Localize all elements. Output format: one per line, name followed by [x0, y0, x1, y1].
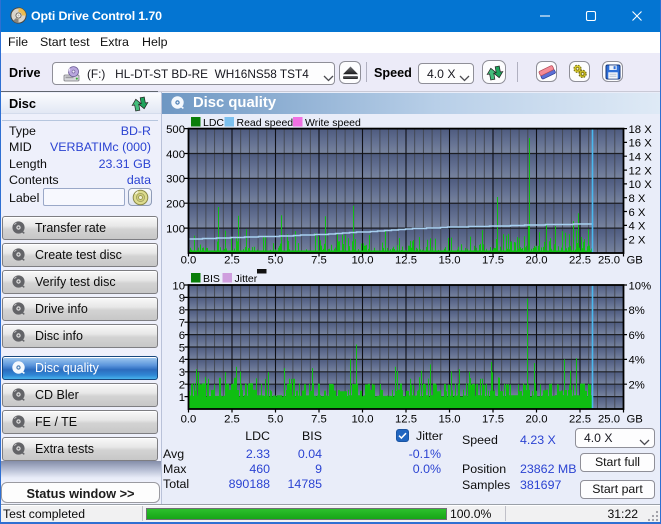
- svg-text:15.0: 15.0: [439, 414, 461, 426]
- svg-text:300: 300: [166, 174, 185, 186]
- svg-text:400: 400: [166, 149, 185, 161]
- svg-text:Read speed: Read speed: [237, 117, 294, 129]
- svg-text:2.5: 2.5: [224, 414, 240, 426]
- svg-text:12.5: 12.5: [395, 414, 417, 426]
- svg-text:0.0: 0.0: [181, 414, 197, 426]
- svg-text:20.0: 20.0: [526, 255, 548, 267]
- svg-text:10.0: 10.0: [352, 255, 374, 267]
- svg-text:3: 3: [179, 367, 185, 379]
- svg-text:7.5: 7.5: [311, 255, 327, 267]
- svg-text:7: 7: [179, 318, 185, 330]
- svg-text:4%: 4%: [629, 355, 645, 367]
- svg-text:4: 4: [179, 355, 185, 367]
- svg-text:14 X: 14 X: [629, 152, 653, 164]
- svg-text:10.0: 10.0: [352, 414, 374, 426]
- svg-text:Write speed: Write speed: [305, 117, 361, 129]
- svg-text:25.0: 25.0: [598, 255, 620, 267]
- svg-text:10 X: 10 X: [629, 179, 653, 191]
- svg-text:17.5: 17.5: [482, 255, 504, 267]
- svg-text:2%: 2%: [629, 380, 645, 392]
- svg-text:25.0: 25.0: [598, 414, 620, 426]
- svg-text:Jitter: Jitter: [235, 273, 258, 285]
- svg-text:20.0: 20.0: [526, 414, 548, 426]
- svg-text:BIS: BIS: [203, 273, 220, 285]
- svg-text:9: 9: [179, 293, 185, 305]
- svg-text:1: 1: [179, 392, 185, 404]
- svg-text:2.5: 2.5: [224, 255, 240, 267]
- svg-text:5.0: 5.0: [268, 414, 284, 426]
- svg-text:6 X: 6 X: [629, 207, 646, 219]
- svg-text:8 X: 8 X: [629, 193, 646, 205]
- svg-text:4 X: 4 X: [629, 221, 646, 233]
- svg-text:500: 500: [166, 124, 185, 136]
- svg-text:200: 200: [166, 199, 185, 211]
- svg-text:8: 8: [179, 305, 185, 317]
- svg-text:7.5: 7.5: [311, 414, 327, 426]
- svg-text:GB: GB: [627, 414, 643, 426]
- svg-text:6%: 6%: [629, 330, 645, 342]
- svg-text:16 X: 16 X: [629, 138, 653, 150]
- svg-text:2: 2: [179, 380, 185, 392]
- svg-text:GB: GB: [627, 255, 643, 267]
- svg-text:12.5: 12.5: [395, 255, 417, 267]
- svg-text:12 X: 12 X: [629, 165, 653, 177]
- svg-text:8%: 8%: [629, 305, 645, 317]
- svg-text:22.5: 22.5: [569, 414, 591, 426]
- svg-text:22.5: 22.5: [569, 255, 591, 267]
- svg-text:2 X: 2 X: [629, 234, 646, 246]
- svg-text:18 X: 18 X: [629, 124, 653, 136]
- svg-text:17.5: 17.5: [482, 414, 504, 426]
- svg-text:100: 100: [166, 223, 185, 235]
- svg-text:0.0: 0.0: [181, 255, 197, 267]
- svg-text:15.0: 15.0: [439, 255, 461, 267]
- svg-text:5: 5: [179, 342, 185, 354]
- svg-text:6: 6: [179, 330, 185, 342]
- svg-text:LDC: LDC: [203, 117, 224, 129]
- svg-text:10: 10: [172, 280, 185, 292]
- svg-text:10%: 10%: [629, 280, 652, 292]
- svg-text:5.0: 5.0: [268, 255, 284, 267]
